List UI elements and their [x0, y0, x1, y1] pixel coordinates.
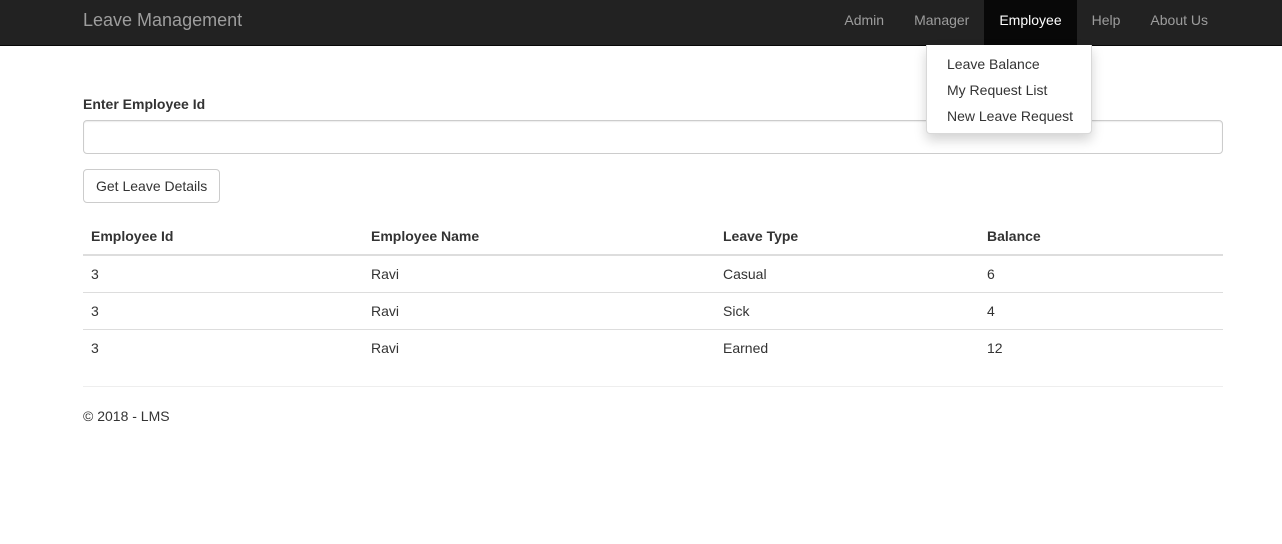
cell-employee-id: 3: [91, 265, 99, 282]
cell-employee-id: 3: [83, 328, 363, 366]
employee-id-label: Enter Employee Id: [83, 96, 206, 112]
table-row: 3 Ravi Earned 12: [83, 328, 1223, 366]
header-balance: Balance: [979, 218, 1223, 256]
nav-item-help[interactable]: Help: [1077, 0, 1136, 45]
nav-item-employee[interactable]: Employee: [984, 0, 1077, 45]
nav-item-about-us[interactable]: About Us: [1135, 0, 1223, 45]
cell-leave-type: Earned: [715, 328, 979, 366]
dropdown-item-leave-balance[interactable]: Leave Balance: [927, 51, 1091, 77]
get-leave-details-button[interactable]: Get Leave Details: [83, 169, 221, 203]
header-leave-type: Leave Type: [715, 218, 979, 256]
cell-employee-name: Ravi: [371, 265, 400, 282]
table-row: 3 Ravi Casual 6: [83, 255, 1223, 292]
dropdown-item-new-leave-request[interactable]: New Leave Request: [927, 103, 1091, 129]
leave-balance-table: Employee Id Employee Name Leave Type Bal…: [83, 218, 1223, 366]
cell-employee-id: 3: [83, 291, 363, 329]
cell-leave-type: Casual: [723, 265, 767, 282]
cell-balance: 6: [987, 265, 995, 282]
footer-divider: [83, 386, 1223, 387]
header-employee-name: Employee Name: [363, 218, 715, 256]
table-row: 3 Ravi Sick 4: [83, 291, 1223, 329]
employee-dropdown-menu: Leave Balance My Request List New Leave …: [926, 45, 1092, 134]
nav-item-manager[interactable]: Manager: [899, 0, 984, 45]
cell-employee-name: Ravi: [363, 328, 715, 366]
header-employee-id: Employee Id: [83, 218, 363, 256]
cell-balance: 12: [979, 328, 1223, 366]
cell-leave-type: Sick: [715, 291, 979, 329]
nav-item-admin[interactable]: Admin: [829, 0, 899, 45]
dropdown-item-my-request-list[interactable]: My Request List: [927, 77, 1091, 103]
nav-menu: Admin Manager Employee Help About Us: [829, 0, 1223, 45]
footer-copyright: © 2018 - LMS: [83, 408, 170, 424]
top-navbar: Leave Management Admin Manager Employee …: [0, 0, 1282, 46]
cell-employee-name: Ravi: [363, 291, 715, 329]
table-header-row: Employee Id Employee Name Leave Type Bal…: [83, 218, 1223, 256]
brand-link[interactable]: Leave Management: [83, 10, 242, 30]
cell-balance: 4: [979, 291, 1223, 329]
